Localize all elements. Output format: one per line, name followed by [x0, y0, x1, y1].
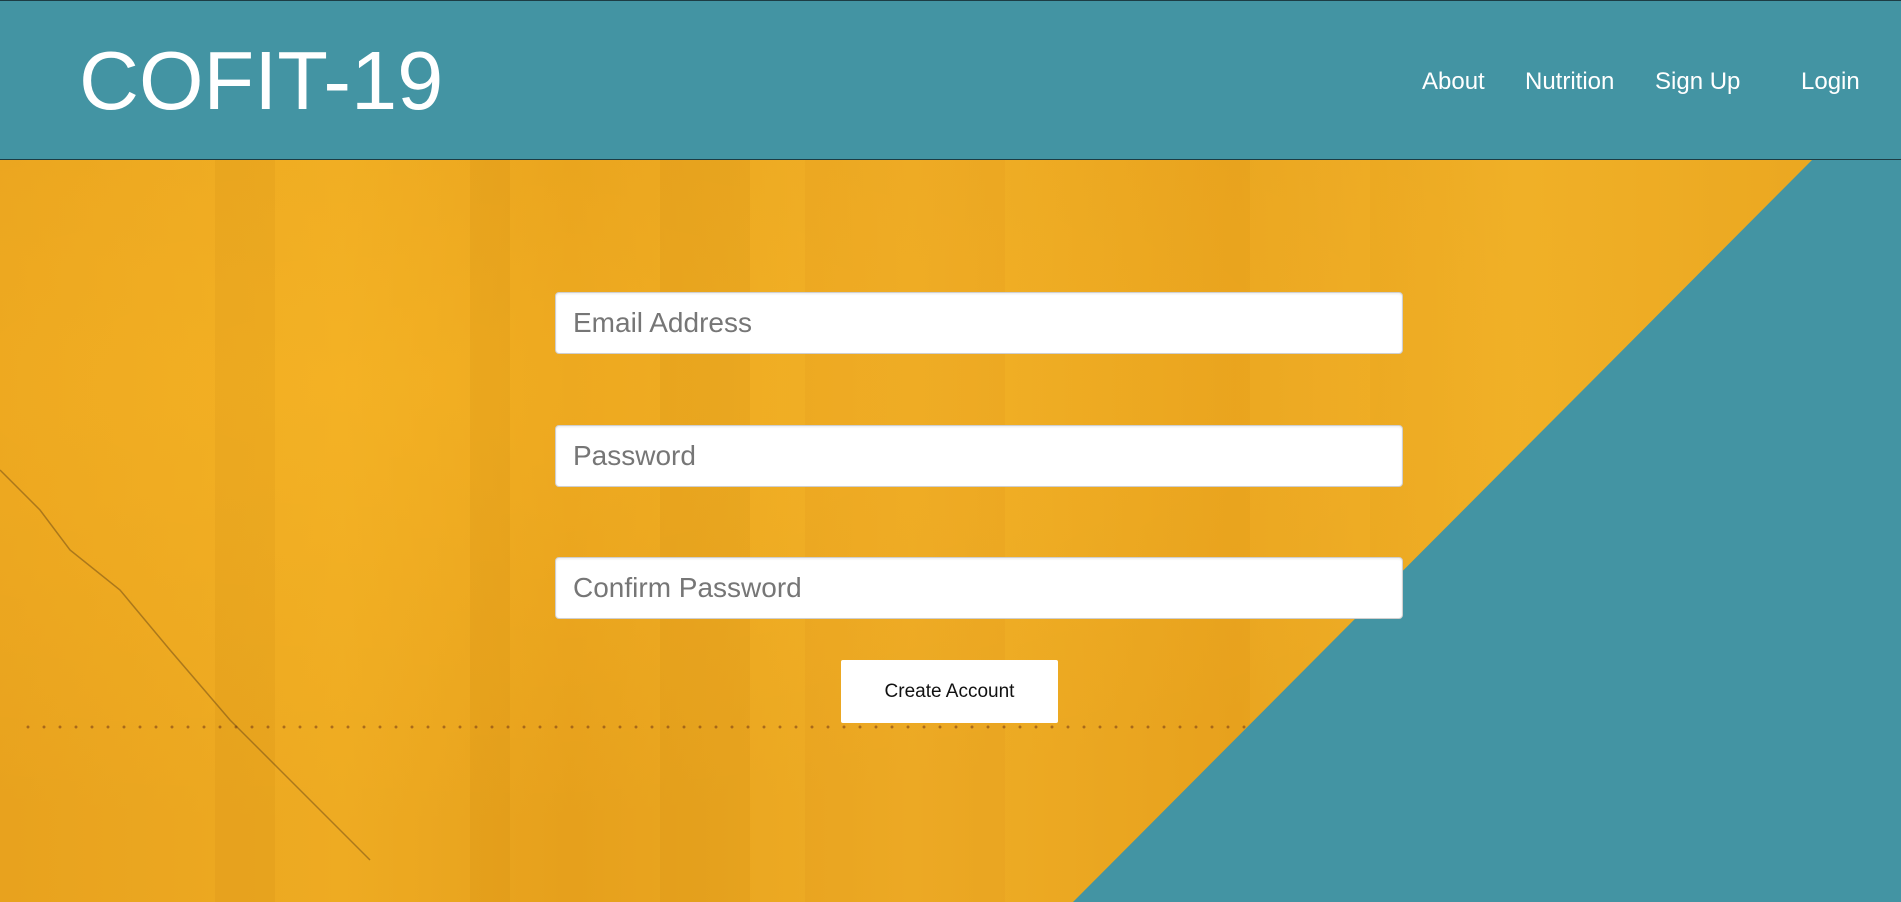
nav-link-signup[interactable]: Sign Up — [1655, 67, 1740, 97]
create-account-button[interactable]: Create Account — [841, 660, 1058, 723]
nav-link-about[interactable]: About — [1422, 67, 1485, 97]
signup-page: COFIT-19 About Nutrition Sign Up Login C… — [0, 0, 1901, 902]
nav-link-nutrition[interactable]: Nutrition — [1525, 67, 1614, 97]
nav-link-login[interactable]: Login — [1801, 67, 1860, 97]
password-field[interactable] — [555, 425, 1403, 487]
site-header: COFIT-19 About Nutrition Sign Up Login — [0, 0, 1901, 160]
confirm-password-field[interactable] — [555, 557, 1403, 619]
teal-diagonal-panel — [1073, 160, 1901, 902]
email-field[interactable] — [555, 292, 1403, 354]
brand-title: COFIT-19 — [79, 34, 444, 127]
